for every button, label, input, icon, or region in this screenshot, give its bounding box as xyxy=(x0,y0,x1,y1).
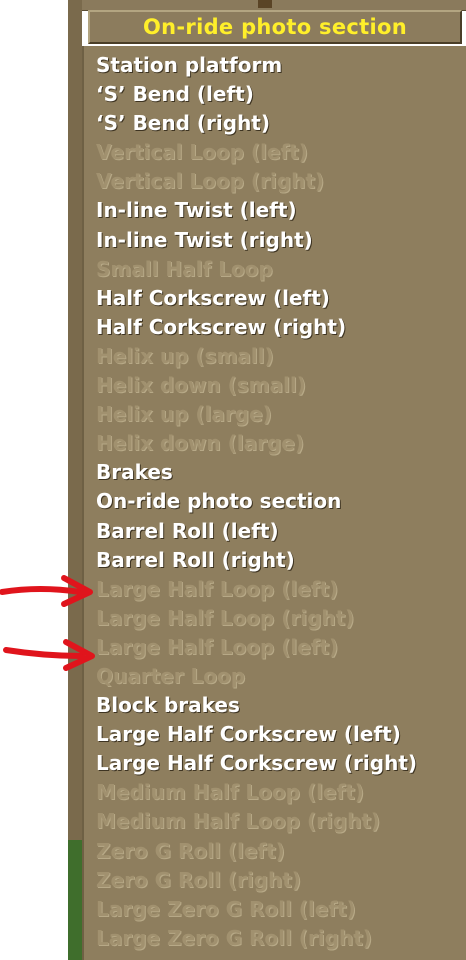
track-piece-option: Helix up (large) xyxy=(96,402,272,427)
window-frame-edge xyxy=(68,0,82,960)
track-piece-dropdown-selected[interactable]: On-ride photo section xyxy=(88,10,462,44)
red-arrow-annotation xyxy=(3,639,95,671)
track-piece-option: Quarter Loop xyxy=(96,663,246,688)
track-piece-option: Large Half Loop (left) xyxy=(96,634,339,659)
track-piece-option[interactable]: Block brakes xyxy=(96,691,466,720)
track-piece-option: Zero G Roll (right) xyxy=(96,867,301,892)
track-piece-option: Medium Half Loop (right) xyxy=(96,809,381,834)
red-arrow-annotation xyxy=(0,575,93,607)
track-piece-option: Large Zero G Roll (left) xyxy=(96,896,356,921)
track-piece-option[interactable]: Half Corkscrew (right) xyxy=(96,313,466,342)
track-piece-option: Medium Half Loop (left) xyxy=(96,780,364,805)
track-piece-option[interactable]: Large Half Corkscrew (left) xyxy=(96,720,466,749)
track-piece-option[interactable]: Half Corkscrew (left) xyxy=(96,284,466,313)
track-piece-option[interactable]: Station platform xyxy=(96,51,466,80)
track-piece-option: Helix down (small) xyxy=(96,373,306,398)
track-piece-option: Helix up (small) xyxy=(96,343,274,368)
track-piece-option[interactable]: Barrel Roll (right) xyxy=(96,546,466,575)
track-piece-option[interactable]: In-line Twist (right) xyxy=(96,226,466,255)
track-piece-option[interactable]: ‘S’ Bend (left) xyxy=(96,80,466,109)
track-piece-option[interactable]: ‘S’ Bend (right) xyxy=(96,109,466,138)
track-piece-dropdown-list[interactable]: Station platform ‘S’ Bend (left) ‘S’ Bend … xyxy=(82,46,466,960)
track-piece-option: Large Zero G Roll (right) xyxy=(96,925,372,950)
track-piece-option[interactable]: In-line Twist (left) xyxy=(96,196,466,225)
track-piece-option: Small Half Loop xyxy=(96,256,273,281)
track-piece-option: Zero G Roll (left) xyxy=(96,838,285,863)
track-piece-option: Large Half Loop (left) xyxy=(96,576,339,601)
track-piece-option[interactable]: On-ride photo section xyxy=(96,487,466,516)
track-piece-option: Helix down (large) xyxy=(96,431,304,456)
track-piece-option[interactable]: Large Half Corkscrew (right) xyxy=(96,749,466,778)
track-piece-option[interactable]: Barrel Roll (left) xyxy=(96,517,466,546)
track-piece-option: Vertical Loop (left) xyxy=(96,140,308,165)
background-window-edge xyxy=(0,0,82,960)
track-piece-option: Large Half Loop (right) xyxy=(96,605,355,630)
track-piece-option[interactable]: Brakes xyxy=(96,458,466,487)
toolbar-button-icon[interactable] xyxy=(258,0,272,8)
track-piece-option: Vertical Loop (right) xyxy=(96,169,325,194)
terrain-grass-patch xyxy=(68,840,82,960)
